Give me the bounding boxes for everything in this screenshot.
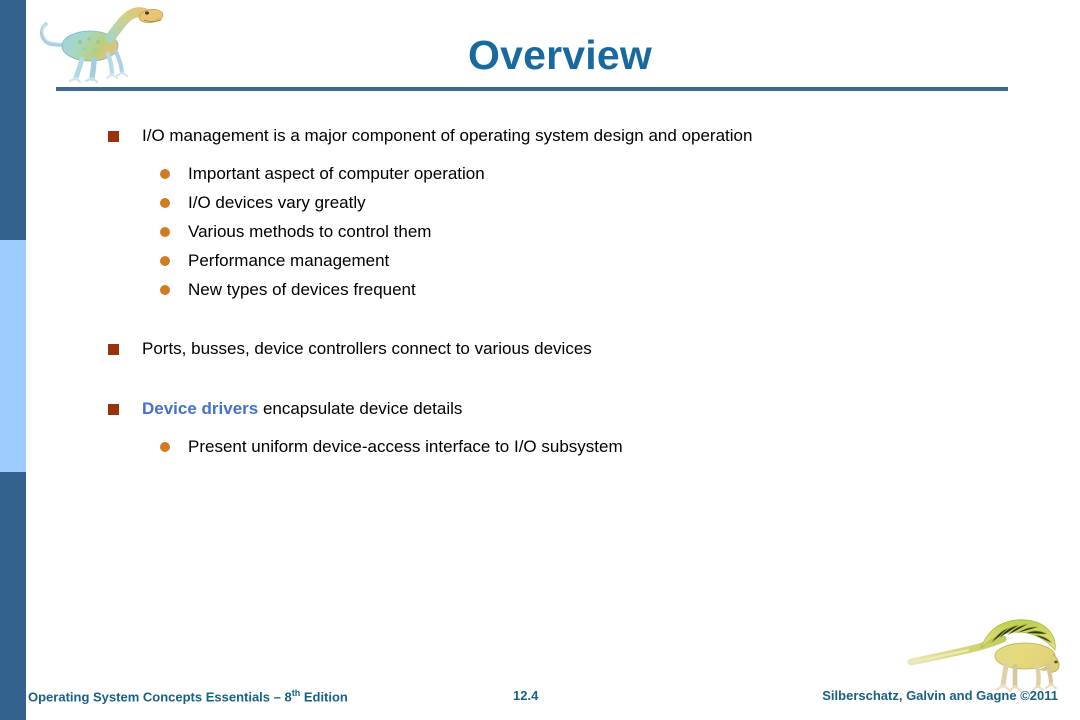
bullet-item-level2: Performance management xyxy=(0,251,1080,280)
bullet-text: encapsulate device details xyxy=(258,399,463,418)
slide-body: I/O management is a major component of o… xyxy=(0,126,1080,466)
title-divider-rule xyxy=(56,87,1008,91)
bullet-text: Ports, busses, device controllers connec… xyxy=(142,339,592,358)
bullet-text: Present uniform device-access interface … xyxy=(188,437,623,456)
footer-copyright: Silberschatz, Galvin and Gagne ©2011 xyxy=(822,688,1058,703)
square-bullet-icon xyxy=(108,131,119,142)
bullet-text: Various methods to control them xyxy=(188,222,432,241)
bullet-item-level2: New types of devices frequent xyxy=(0,280,1080,309)
sidebar-segment-bottom xyxy=(0,472,26,720)
round-bullet-icon xyxy=(160,285,170,295)
sailback-dinosaur-illustration xyxy=(905,612,1073,694)
dinosaur-illustration xyxy=(32,2,168,86)
square-bullet-icon xyxy=(108,344,119,355)
bullet-item-level2: Various methods to control them xyxy=(0,222,1080,251)
bullet-item-level2: Present uniform device-access interface … xyxy=(0,437,1080,466)
round-bullet-icon xyxy=(160,169,170,179)
round-bullet-icon xyxy=(160,256,170,266)
bullet-text: I/O devices vary greatly xyxy=(188,193,366,212)
footer-book-title-main: Operating System Concepts Essentials – 8 xyxy=(28,689,292,705)
round-bullet-icon xyxy=(160,227,170,237)
bullet-item-level1-emphasis: Device drivers encapsulate device detail… xyxy=(0,399,1080,428)
round-bullet-icon xyxy=(160,198,170,208)
emphasized-term: Device drivers xyxy=(142,399,259,418)
bullet-text: Important aspect of computer operation xyxy=(188,164,485,183)
page-title: Overview xyxy=(468,32,652,78)
footer-book-title: Operating System Concepts Essentials – 8… xyxy=(28,688,348,704)
bullet-item-level2: I/O devices vary greatly xyxy=(0,193,1080,222)
footer-page-number: 12.4 xyxy=(513,688,539,703)
bullet-item-level1: Ports, busses, device controllers connec… xyxy=(0,339,1080,368)
footer-book-title-ordinal: th xyxy=(291,688,301,698)
round-bullet-icon xyxy=(160,442,170,452)
bullet-text: New types of devices frequent xyxy=(188,280,416,299)
bullet-text: I/O management is a major component of o… xyxy=(142,126,753,145)
footer-book-title-tail: Edition xyxy=(300,689,348,705)
bullet-item-level1: I/O management is a major component of o… xyxy=(0,126,1080,155)
square-bullet-icon xyxy=(108,404,119,415)
slide-footer: Operating System Concepts Essentials – 8… xyxy=(0,686,1080,720)
bullet-text: Performance management xyxy=(188,251,390,270)
bullet-item-level2: Important aspect of computer operation xyxy=(0,164,1080,193)
